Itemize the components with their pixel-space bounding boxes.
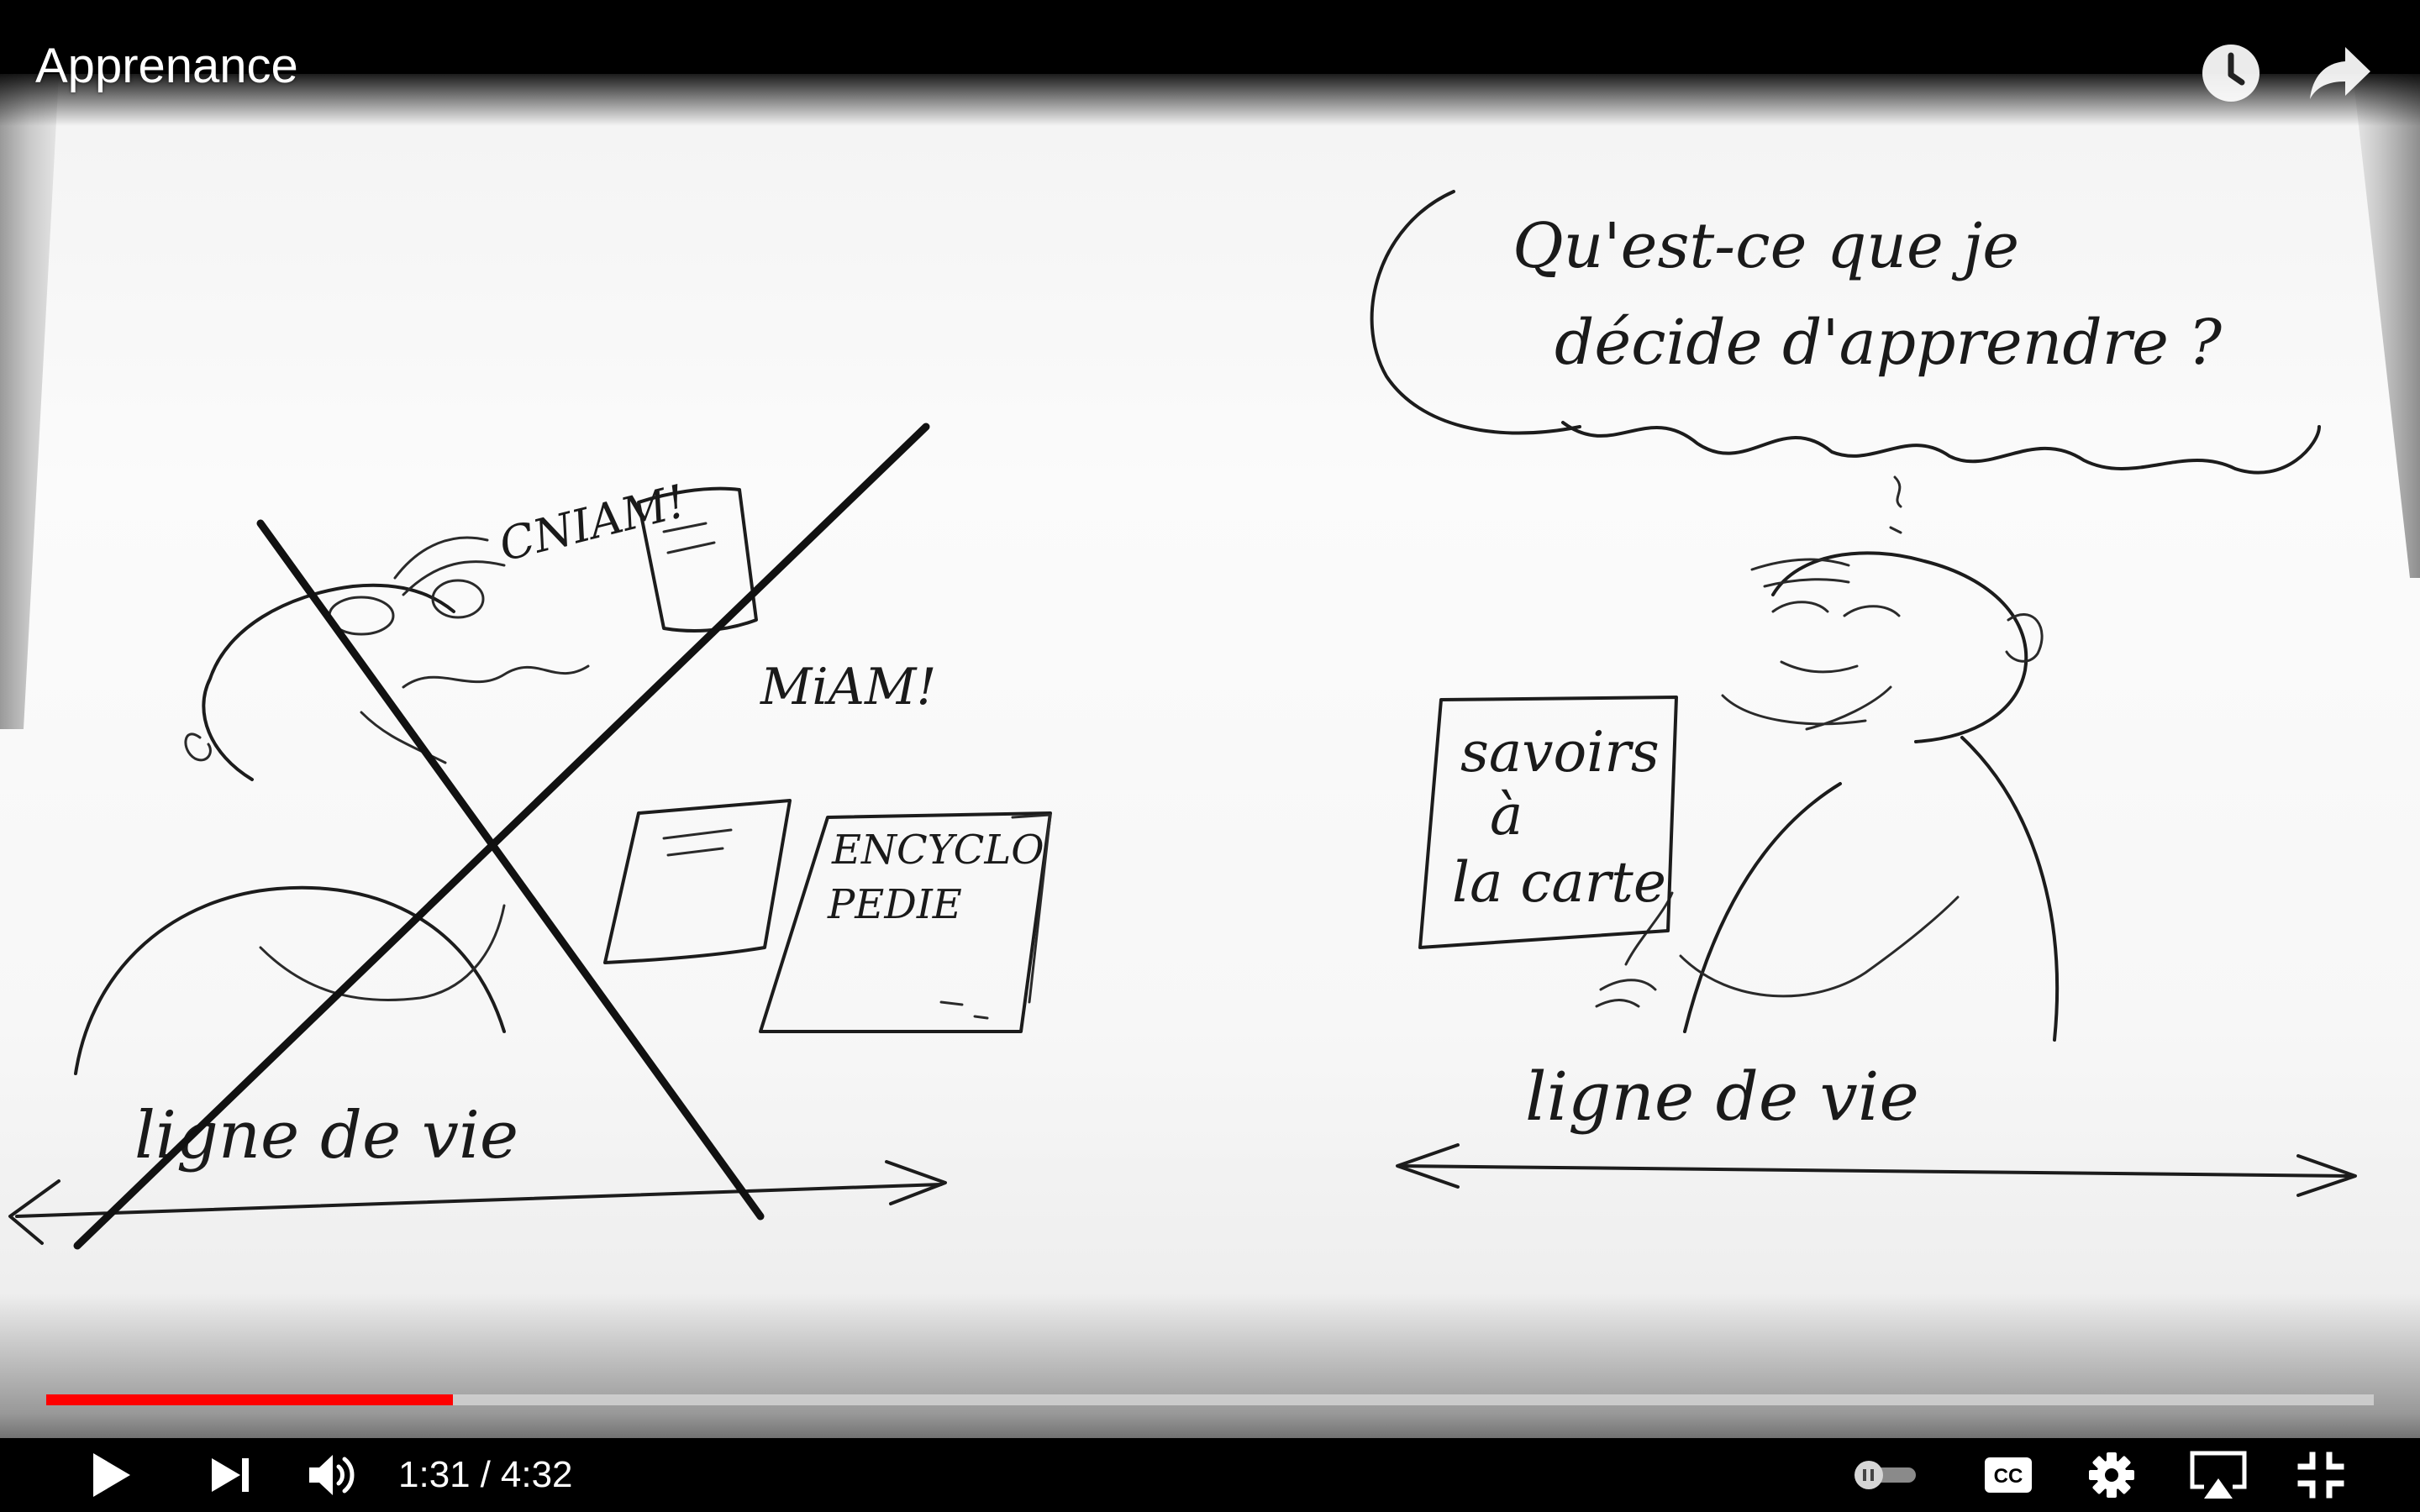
greedy-hand-strokes — [393, 536, 506, 596]
left-timeline-arrow-left — [8, 1179, 60, 1245]
menu-text-3: la carte — [1452, 850, 1666, 915]
left-timeline-arrow-right — [885, 1160, 947, 1205]
thinker-chin — [1721, 685, 1892, 731]
encyclopedia-label-1: ENCYCLO — [831, 827, 1044, 874]
thought-bubble-trail — [1889, 475, 1902, 534]
video-player[interactable]: CNIAM! MiAM! ENCYCLO PEDIE ligne de vie — [0, 0, 2420, 1512]
cniam-text: CNIAM! — [494, 475, 691, 572]
progress-played — [46, 1394, 453, 1405]
clock-icon — [2202, 45, 2260, 102]
skip-next-icon — [212, 1458, 249, 1492]
menu-text-2: à — [1490, 783, 1523, 848]
menu-text-1: savoirs — [1460, 720, 1660, 785]
whiteboard-drawing: CNIAM! MiAM! ENCYCLO PEDIE ligne de vie — [8, 190, 2357, 1250]
greedy-eye-right — [431, 579, 485, 619]
time-display: 1:31 / 4:32 — [398, 1438, 573, 1512]
question-line-1: Qu'est-ce que je — [1512, 210, 2019, 282]
exit-fullscreen-button[interactable] — [2286, 1438, 2356, 1512]
settings-button[interactable] — [2078, 1438, 2145, 1512]
cc-button[interactable]: CC — [1975, 1438, 2042, 1512]
svg-text:CC: CC — [1994, 1465, 2023, 1488]
greedy-ear — [184, 732, 212, 762]
play-button[interactable] — [77, 1438, 145, 1512]
speaker-icon — [309, 1455, 355, 1495]
document-2 — [603, 799, 792, 964]
right-scene: Qu'est-ce que je décide d'apprendre ? sa… — [1370, 190, 2357, 1197]
autoplay-toggle-icon — [1854, 1461, 1916, 1489]
airplay-button[interactable] — [2182, 1438, 2254, 1512]
cc-icon: CC — [1985, 1457, 2032, 1493]
right-timeline-line — [1397, 1164, 2354, 1178]
play-icon — [93, 1453, 130, 1497]
left-scene: CNIAM! MiAM! ENCYCLO PEDIE ligne de vie — [8, 423, 1052, 1250]
thinker-hair — [1750, 558, 1850, 588]
encyclopedia-label-2: PEDIE — [827, 881, 962, 928]
thinker-body-right — [1960, 736, 2060, 1042]
volume-button[interactable] — [299, 1438, 366, 1512]
right-timeline-label: ligne de vie — [1525, 1058, 1919, 1136]
top-bar: Apprenance — [0, 0, 2420, 126]
document-2-lines — [662, 828, 733, 857]
share-button[interactable] — [2302, 35, 2378, 111]
time-separator: / — [480, 1454, 491, 1495]
thinker-arm — [1679, 895, 1960, 998]
video-title[interactable]: Apprenance — [35, 37, 298, 96]
thinker-closed-eyes — [1771, 601, 1901, 617]
exit-fullscreen-icon — [2297, 1452, 2344, 1499]
time-duration: 4:32 — [500, 1454, 573, 1495]
progress-bar[interactable] — [46, 1394, 2374, 1405]
gear-icon — [2089, 1452, 2134, 1498]
question-line-2: décide d'apprendre ? — [1555, 307, 2223, 379]
autoplay-toggle[interactable] — [1849, 1438, 1924, 1512]
greedy-mouth — [402, 664, 590, 689]
control-bar: 1:31 / 4:32 CC — [0, 1438, 2420, 1512]
watch-later-button[interactable] — [2193, 35, 2269, 111]
thinker-smile — [1780, 660, 1859, 674]
thinker-head — [1771, 551, 2028, 743]
next-button[interactable] — [197, 1438, 265, 1512]
miam-text: MiAM! — [760, 658, 937, 717]
video-frame[interactable]: CNIAM! MiAM! ENCYCLO PEDIE ligne de vie — [0, 74, 2420, 1438]
time-current: 1:31 — [398, 1454, 471, 1495]
thought-bubble-bottom — [1561, 421, 2321, 475]
share-arrow-icon — [2310, 47, 2370, 99]
left-timeline-line — [15, 1183, 943, 1218]
airplay-icon — [2190, 1451, 2247, 1499]
